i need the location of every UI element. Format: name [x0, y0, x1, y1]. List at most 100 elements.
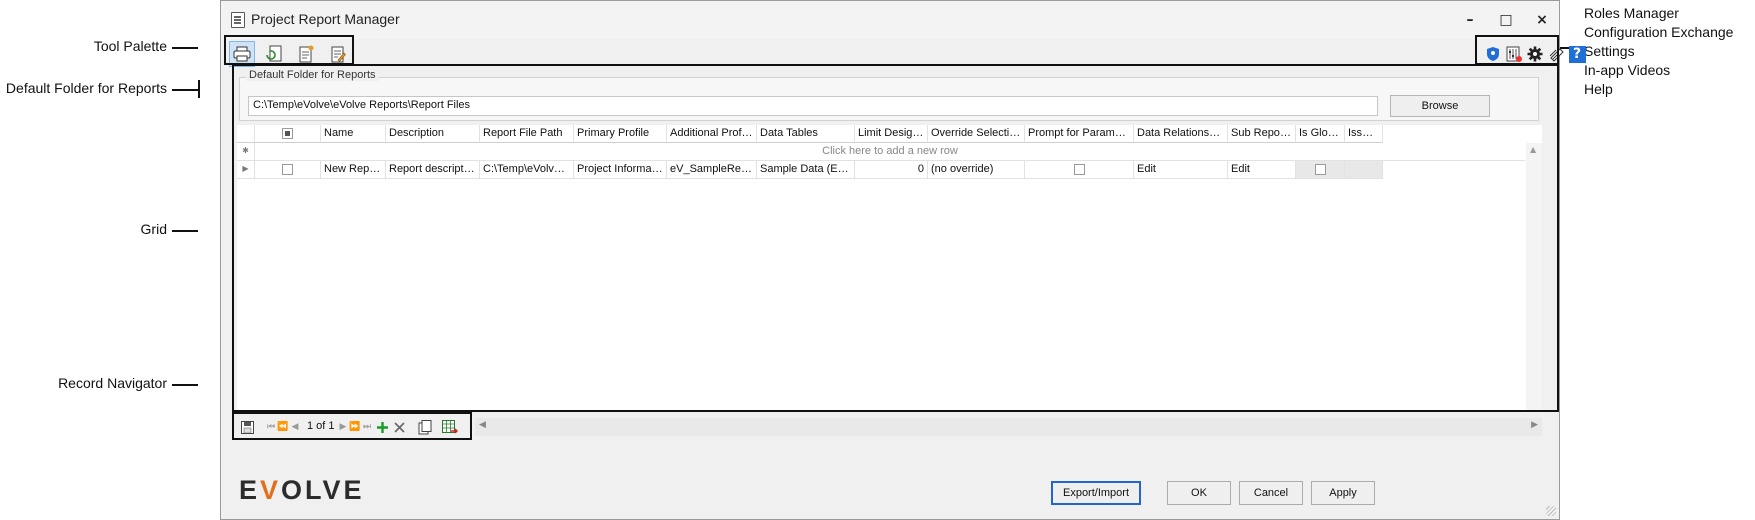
- callout-line-record-navigator: [172, 384, 198, 386]
- configuration-exchange-button[interactable]: [1504, 41, 1524, 67]
- next-record-button[interactable]: ▶: [337, 418, 349, 436]
- export-import-button[interactable]: Export/Import: [1051, 481, 1141, 505]
- export-grid-button[interactable]: [441, 418, 459, 436]
- column-header-data-tables[interactable]: Data Tables: [757, 125, 855, 143]
- column-header-report-file-path[interactable]: Report File Path: [480, 125, 574, 143]
- grid-horizontal-scrollbar[interactable]: ◀ ▶: [475, 418, 1542, 436]
- add-icon: [376, 421, 388, 433]
- cell-data-relationships[interactable]: Edit: [1134, 161, 1228, 179]
- browse-button[interactable]: Browse: [1390, 95, 1490, 117]
- minimize-button[interactable]: –: [1455, 9, 1485, 31]
- cell-override-selection[interactable]: (no override): [928, 161, 1025, 179]
- cell-sub-reports[interactable]: Edit: [1228, 161, 1296, 179]
- column-header-data-relationships[interactable]: Data Relationships: [1134, 125, 1228, 143]
- apply-button[interactable]: Apply: [1311, 481, 1375, 505]
- add-record-button[interactable]: [375, 418, 389, 436]
- refresh-button[interactable]: [261, 41, 287, 67]
- column-header-limit-design[interactable]: Limit Design ...: [855, 125, 928, 143]
- scroll-right-icon[interactable]: ▶: [1531, 420, 1538, 430]
- add-new-row[interactable]: Click here to add a new row: [255, 143, 1525, 161]
- column-header-prompt-for-parameters[interactable]: Prompt for Parameters: [1025, 125, 1134, 143]
- default-folder-group: Default Folder for Reports C:\Temp\eVolv…: [239, 69, 1539, 121]
- export-grid-icon: [442, 419, 458, 434]
- header-indicator: [237, 125, 255, 143]
- evolve-logo: EVOLVE: [239, 475, 365, 506]
- print-button[interactable]: [229, 41, 255, 67]
- previous-record-icon: ◀: [291, 422, 299, 432]
- next-page-button[interactable]: ⏩: [349, 418, 361, 436]
- maximize-button[interactable]: □: [1491, 9, 1521, 31]
- table-row[interactable]: ▶ New Report Report description C:\Temp\…: [237, 161, 1542, 179]
- delete-record-button[interactable]: [392, 418, 406, 436]
- previous-page-button[interactable]: ⏪: [277, 418, 289, 436]
- new-report-button[interactable]: [293, 41, 319, 67]
- column-header-override-selection[interactable]: Override Selection ...: [928, 125, 1025, 143]
- previous-page-icon: ⏪: [277, 422, 289, 432]
- row-select-cell[interactable]: [255, 161, 321, 179]
- column-header-is-global[interactable]: Is Global: [1296, 125, 1345, 143]
- header-select-all[interactable]: [255, 125, 321, 143]
- default-folder-path-input[interactable]: C:\Temp\eVolve\eVolve Reports\Report Fil…: [248, 96, 1378, 116]
- cell-is-global[interactable]: [1296, 161, 1345, 179]
- previous-record-button[interactable]: ◀: [289, 418, 301, 436]
- first-record-button[interactable]: ⏮: [265, 418, 277, 436]
- cell-additional-profiles[interactable]: eV_SampleReport: [667, 161, 757, 179]
- edit-report-icon: [331, 46, 346, 63]
- row-indicator: ▶: [237, 161, 255, 179]
- edit-report-button[interactable]: [325, 41, 351, 67]
- project-report-manager-window: Project Report Manager – □ × ? Default F…: [220, 0, 1586, 520]
- column-header-sub-reports[interactable]: Sub Reports: [1228, 125, 1296, 143]
- cell-issues: [1345, 161, 1383, 179]
- cell-primary-profile[interactable]: Project Information: [574, 161, 667, 179]
- cancel-button[interactable]: Cancel: [1239, 481, 1303, 505]
- title-bar: Project Report Manager – □ ×: [221, 1, 1559, 39]
- reports-grid: Name Description Report File Path Primar…: [237, 125, 1542, 411]
- row-select-checkbox[interactable]: [282, 163, 293, 175]
- cell-description[interactable]: Report description: [386, 161, 480, 179]
- last-record-button[interactable]: ⏭: [361, 418, 373, 436]
- record-navigator: ⏮ ⏪ ◀ 1 of 1 ▶ ⏩ ⏭ ◀ ▶: [237, 415, 1542, 439]
- scroll-left-icon[interactable]: ◀: [479, 420, 486, 430]
- settings-icon: [1527, 46, 1543, 62]
- delete-icon: [393, 421, 405, 433]
- save-button[interactable]: [239, 418, 255, 436]
- callout-settings: Settings: [1584, 43, 1635, 59]
- scroll-up-icon[interactable]: ▲: [1530, 145, 1536, 154]
- ok-button[interactable]: OK: [1167, 481, 1231, 505]
- column-header-primary-profile[interactable]: Primary Profile: [574, 125, 667, 143]
- refresh-icon: [266, 45, 282, 62]
- next-page-icon: ⏩: [349, 422, 361, 432]
- column-header-additional-profiles[interactable]: Additional Profiles: [667, 125, 757, 143]
- save-icon: [240, 420, 254, 434]
- callout-bracket-default-folder: [198, 80, 200, 98]
- default-folder-group-title: Default Folder for Reports: [246, 69, 379, 81]
- prompt-for-parameters-checkbox[interactable]: [1073, 163, 1085, 175]
- logo-part-v: V: [260, 475, 282, 505]
- settings-button[interactable]: [1525, 41, 1545, 67]
- cell-name[interactable]: New Report: [321, 161, 386, 179]
- column-header-issues[interactable]: Issues: [1345, 125, 1383, 143]
- cell-data-tables[interactable]: Sample Data (Excel): [757, 161, 855, 179]
- toolbar: ?: [221, 39, 1586, 69]
- copy-record-button[interactable]: [417, 418, 433, 436]
- cell-prompt-for-parameters[interactable]: [1025, 161, 1134, 179]
- record-position: 1 of 1: [307, 420, 335, 432]
- close-button[interactable]: ×: [1527, 9, 1557, 31]
- is-global-checkbox[interactable]: [1314, 163, 1326, 175]
- roles-manager-button[interactable]: [1483, 41, 1503, 67]
- grid-vertical-scrollbar[interactable]: ▲: [1526, 143, 1542, 411]
- cell-limit-design[interactable]: 0: [855, 161, 928, 179]
- roles-manager-icon: [1487, 47, 1499, 61]
- callout-record-navigator: Record Navigator: [58, 375, 167, 391]
- in-app-videos-button[interactable]: [1546, 41, 1566, 67]
- cell-report-file-path[interactable]: C:\Temp\eVolve\...: [480, 161, 574, 179]
- column-header-name[interactable]: Name: [321, 125, 386, 143]
- column-header-description[interactable]: Description: [386, 125, 480, 143]
- in-app-videos-icon: [1549, 48, 1564, 62]
- help-button[interactable]: ?: [1567, 41, 1587, 67]
- callout-roles-manager: Roles Manager: [1584, 5, 1679, 21]
- callout-line-tool-palette: [172, 47, 198, 49]
- select-all-checkbox[interactable]: [282, 127, 293, 139]
- callouts-right: Roles Manager Configuration Exchange Set…: [1584, 4, 1733, 99]
- resize-grip[interactable]: [1546, 506, 1556, 516]
